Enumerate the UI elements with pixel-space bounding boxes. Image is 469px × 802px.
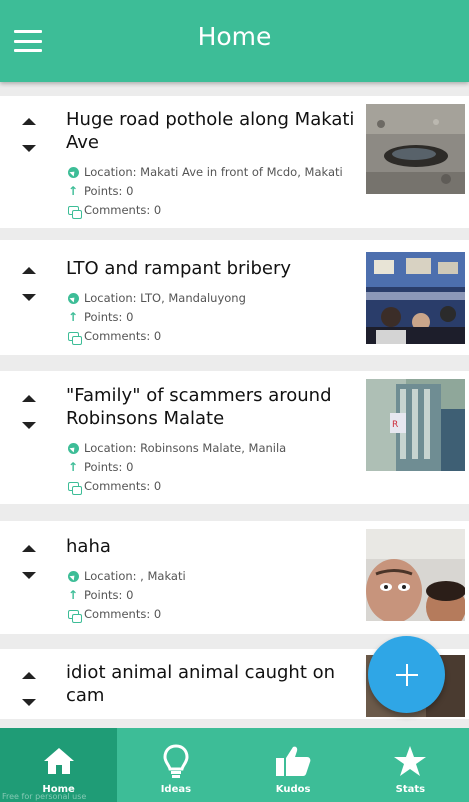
- post-location-text: Location: , Makati: [84, 569, 186, 583]
- post-title[interactable]: haha: [66, 535, 356, 558]
- post-comments-text: Comments: 0: [84, 479, 162, 493]
- post-location: Location: Makati Ave in front of Mcdo, M…: [66, 165, 343, 179]
- nav-home[interactable]: Home: [0, 728, 118, 802]
- post-points: ↑ Points: 0: [66, 588, 133, 602]
- post-card[interactable]: haha Location: , Makati ↑ Points: 0 Comm…: [0, 521, 469, 634]
- svg-text:R: R: [392, 420, 398, 430]
- post-location-text: Location: LTO, Mandaluyong: [84, 291, 246, 305]
- upvote-icon[interactable]: [22, 118, 36, 125]
- post-thumbnail[interactable]: R: [366, 379, 465, 471]
- post-points-text: Points: 0: [84, 310, 134, 324]
- post-comments-text: Comments: 0: [84, 329, 162, 343]
- nav-ideas-label: Ideas: [160, 784, 192, 795]
- post-title[interactable]: idiot animal animal caught on cam: [66, 661, 356, 707]
- downvote-icon[interactable]: [22, 422, 36, 429]
- arrow-up-icon: ↑: [67, 184, 79, 198]
- upvote-icon[interactable]: [22, 267, 36, 274]
- nav-stats-label: Stats: [395, 784, 426, 795]
- post-location-text: Location: Robinsons Malate, Manila: [84, 441, 287, 455]
- post-points-text: Points: 0: [84, 588, 134, 602]
- post-title[interactable]: Huge road pothole along Makati Ave: [66, 108, 356, 154]
- post-comments[interactable]: Comments: 0: [66, 479, 162, 495]
- post-points: ↑ Points: 0: [66, 310, 133, 324]
- post-location: Location: , Makati: [66, 569, 186, 583]
- feed-list[interactable]: Huge road pothole along Makati Ave Locat…: [0, 82, 469, 728]
- comment-icon: [67, 609, 82, 623]
- location-icon: [67, 570, 79, 582]
- bottom-navigation: Home Ideas Kudos Stats: [0, 728, 469, 802]
- nav-kudos-label: Kudos: [275, 784, 311, 795]
- post-points-text: Points: 0: [84, 184, 134, 198]
- nav-stats[interactable]: Stats: [352, 728, 469, 802]
- post-comments-text: Comments: 0: [84, 203, 162, 217]
- post-title[interactable]: "Family" of scammers around Robinsons Ma…: [66, 384, 356, 430]
- lightbulb-icon: [163, 744, 189, 778]
- home-icon: [42, 744, 76, 778]
- add-post-button[interactable]: [368, 636, 445, 713]
- watermark: Free for personal use: [2, 792, 87, 801]
- page-title: Home: [197, 22, 272, 51]
- post-points: ↑ Points: 0: [66, 184, 133, 198]
- post-card[interactable]: "Family" of scammers around Robinsons Ma…: [0, 371, 469, 504]
- post-location-text: Location: Makati Ave in front of Mcdo, M…: [84, 165, 343, 179]
- location-icon: [67, 166, 79, 178]
- comment-icon: [67, 331, 82, 345]
- post-location: Location: Robinsons Malate, Manila: [66, 441, 286, 455]
- downvote-icon[interactable]: [22, 145, 36, 152]
- comment-icon: [67, 205, 82, 219]
- post-thumbnail[interactable]: [366, 104, 465, 194]
- post-points-text: Points: 0: [84, 460, 134, 474]
- plus-icon: [395, 663, 418, 686]
- nav-ideas[interactable]: Ideas: [117, 728, 234, 802]
- post-comments[interactable]: Comments: 0: [66, 607, 162, 623]
- post-comments[interactable]: Comments: 0: [66, 203, 162, 219]
- post-points: ↑ Points: 0: [66, 460, 133, 474]
- app-bar: Home: [0, 0, 469, 82]
- downvote-icon[interactable]: [22, 699, 36, 706]
- post-thumbnail[interactable]: [366, 529, 465, 621]
- post-thumbnail[interactable]: [366, 252, 465, 344]
- downvote-icon[interactable]: [22, 572, 36, 579]
- arrow-up-icon: ↑: [67, 310, 79, 324]
- arrow-up-icon: ↑: [67, 588, 79, 602]
- upvote-icon[interactable]: [22, 545, 36, 552]
- nav-kudos[interactable]: Kudos: [235, 728, 352, 802]
- post-comments[interactable]: Comments: 0: [66, 329, 162, 345]
- downvote-icon[interactable]: [22, 294, 36, 301]
- thumbs-up-icon: [275, 744, 311, 778]
- location-icon: [67, 442, 79, 454]
- post-title[interactable]: LTO and rampant bribery: [66, 257, 356, 280]
- post-card[interactable]: LTO and rampant bribery Location: LTO, M…: [0, 240, 469, 355]
- upvote-icon[interactable]: [22, 672, 36, 679]
- location-icon: [67, 292, 79, 304]
- comment-icon: [67, 481, 82, 495]
- upvote-icon[interactable]: [22, 395, 36, 402]
- post-location: Location: LTO, Mandaluyong: [66, 291, 246, 305]
- star-icon: [393, 744, 427, 778]
- post-comments-text: Comments: 0: [84, 607, 162, 621]
- post-card[interactable]: Huge road pothole along Makati Ave Locat…: [0, 96, 469, 228]
- arrow-up-icon: ↑: [67, 460, 79, 474]
